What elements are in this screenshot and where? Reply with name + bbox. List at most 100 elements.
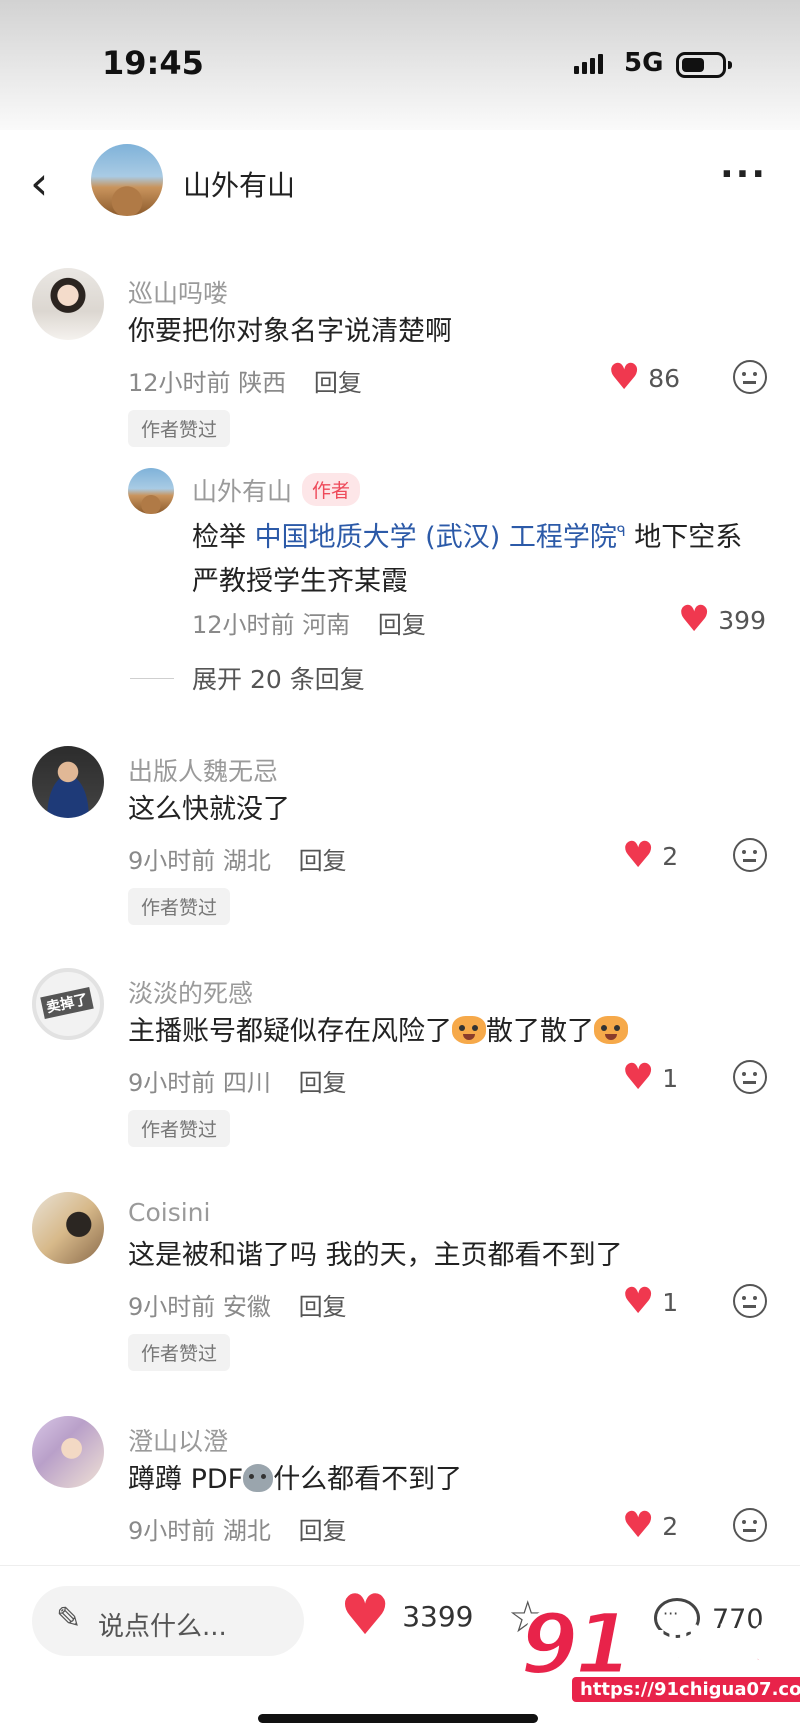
- reply-button[interactable]: 回复: [378, 611, 426, 639]
- comment-location: 湖北: [222, 1517, 271, 1545]
- like-count: 1: [662, 1287, 679, 1317]
- like-count: 1: [662, 1063, 679, 1093]
- status-time: 19:45: [102, 44, 204, 82]
- heart-icon: ♥: [622, 1057, 655, 1098]
- status-bar: 19:45 5G: [0, 0, 800, 130]
- poop-emoji-icon: [243, 1464, 274, 1492]
- like-count: 2: [662, 841, 679, 871]
- school-link[interactable]: 中国地质大学 (武汉) 工程学院ᑫ: [255, 522, 626, 553]
- reply-username-row: 山外有山 作者: [192, 472, 361, 508]
- author-liked-badge: 作者赞过: [128, 410, 231, 447]
- post-like-count: 3399: [402, 1599, 474, 1633]
- comment-time: 9小时前: [128, 847, 216, 875]
- like-count: 2: [662, 1511, 679, 1541]
- comment-input-placeholder: 说点什么...: [98, 1612, 227, 1642]
- comment-meta: 9小时前 湖北 回复: [128, 841, 347, 876]
- reply-meta: 12小时前 河南 回复: [192, 605, 426, 640]
- reply-button[interactable]: 回复: [299, 1517, 347, 1545]
- comment-location: 湖北: [222, 847, 271, 875]
- like-count: 86: [648, 363, 681, 393]
- crying-cat-emoji-icon: [452, 1016, 486, 1044]
- comment-username[interactable]: Coisini: [128, 1198, 210, 1227]
- comment-input[interactable]: ✎ 说点什么...: [32, 1586, 304, 1656]
- author-liked-badge: 作者赞过: [128, 1110, 231, 1147]
- reply-username[interactable]: 山外有山: [192, 477, 292, 506]
- pencil-icon: ✎: [56, 1601, 82, 1636]
- heart-icon: ♥: [622, 1281, 655, 1322]
- avatar[interactable]: 卖掉了: [32, 968, 104, 1040]
- comment-text-part2: 什么都看不到了: [273, 1464, 463, 1495]
- watermark-title: 吃瓜中心: [623, 1622, 785, 1670]
- reply-button[interactable]: 回复: [299, 1069, 347, 1097]
- watermark: 91 吃瓜中心 https://91chigua07.com: [519, 1594, 800, 1715]
- avatar[interactable]: [32, 746, 104, 818]
- heart-icon: ♥: [622, 1505, 655, 1546]
- back-arrow-icon[interactable]: ‹: [30, 160, 48, 206]
- reply-time: 12小时前: [192, 611, 295, 639]
- comment-meta: 9小时前 湖北 回复: [128, 1511, 347, 1546]
- comment-text: 这么快就没了: [128, 794, 290, 825]
- reply-avatar[interactable]: [128, 468, 174, 514]
- comment-meta: 9小时前 安徽 回复: [128, 1287, 347, 1322]
- comment-text: 这是被和谐了吗 我的天，主页都看不到了: [128, 1240, 623, 1271]
- like-button[interactable]: ♥ 399: [678, 602, 766, 638]
- school-link-text[interactable]: 中国地质大学 (武汉) 工程学院: [255, 522, 617, 553]
- comment-meta: 12小时前 陕西 回复: [128, 363, 362, 398]
- reply-button[interactable]: 回复: [299, 1293, 347, 1321]
- avatar[interactable]: [32, 268, 104, 340]
- dislike-face-icon[interactable]: [733, 360, 767, 394]
- dislike-face-icon[interactable]: [733, 1284, 767, 1318]
- more-options-icon[interactable]: ···: [720, 154, 767, 195]
- dislike-face-icon[interactable]: [733, 838, 767, 872]
- signal-icon: [574, 54, 603, 74]
- author-liked-badge: 作者赞过: [128, 1334, 231, 1371]
- header-title[interactable]: 山外有山: [183, 164, 295, 204]
- author-liked-badge: 作者赞过: [128, 888, 231, 925]
- dislike-face-icon[interactable]: [733, 1508, 767, 1542]
- comment-username[interactable]: 出版人魏无忌: [128, 752, 278, 788]
- network-label: 5G: [624, 48, 664, 78]
- comment-location: 四川: [222, 1069, 271, 1097]
- like-count: 399: [718, 605, 766, 635]
- search-hint-icon[interactable]: ᑫ: [617, 524, 626, 540]
- expand-divider: [130, 677, 174, 679]
- comment-username[interactable]: 巡山吗喽: [128, 274, 228, 310]
- like-button[interactable]: ♥ 86: [608, 360, 680, 396]
- post-like-button[interactable]: ♥ 3399: [340, 1588, 473, 1644]
- home-indicator: [258, 1714, 538, 1723]
- comment-username[interactable]: 澄山以澄: [128, 1422, 228, 1458]
- reply-text-line1-end: 地下空系: [625, 522, 743, 553]
- comment-text: 你要把你对象名字说清楚啊: [128, 316, 452, 347]
- expand-label[interactable]: 展开 20 条回复: [192, 660, 365, 696]
- reply-button[interactable]: 回复: [299, 847, 347, 875]
- heart-icon: ♥: [678, 599, 711, 640]
- reply-location: 河南: [302, 611, 351, 639]
- avatar[interactable]: [32, 1416, 104, 1488]
- reply-button[interactable]: 回复: [314, 369, 362, 397]
- comment-text: 主播账号都疑似存在风险了 散了散了: [128, 1010, 628, 1054]
- crying-cat-emoji-icon: [594, 1016, 628, 1044]
- comment-time: 9小时前: [128, 1293, 216, 1321]
- comment-location: 陕西: [238, 369, 287, 397]
- like-button[interactable]: ♥ 2: [622, 838, 678, 874]
- comment-location: 安徽: [222, 1293, 271, 1321]
- like-button[interactable]: ♥ 1: [622, 1060, 678, 1096]
- author-avatar[interactable]: [91, 144, 163, 216]
- heart-icon: ♥: [622, 835, 655, 876]
- avatar[interactable]: [32, 1192, 104, 1264]
- heart-icon: ♥: [608, 357, 641, 398]
- battery-icon: [676, 52, 732, 78]
- like-button[interactable]: ♥ 2: [622, 1508, 678, 1544]
- reply-text: 检举 中国地质大学 (武汉) 工程学院ᑫ 地下空系 严教授学生齐某霞: [192, 510, 742, 604]
- like-button[interactable]: ♥ 1: [622, 1284, 678, 1320]
- expand-replies-button[interactable]: 展开 20 条回复: [130, 660, 365, 696]
- reply-text-line2: 严教授学生齐某霞: [192, 566, 408, 597]
- author-tag: 作者: [302, 473, 361, 506]
- comment-username[interactable]: 淡淡的死感: [128, 974, 253, 1010]
- comment-text-part2: 散了散了: [486, 1016, 594, 1047]
- header: ‹ 山外有山 ···: [0, 130, 800, 234]
- comment-time: 9小时前: [128, 1517, 216, 1545]
- comment-time: 12小时前: [128, 369, 231, 397]
- avatar-sold-stamp: 卖掉了: [40, 987, 94, 1019]
- dislike-face-icon[interactable]: [733, 1060, 767, 1094]
